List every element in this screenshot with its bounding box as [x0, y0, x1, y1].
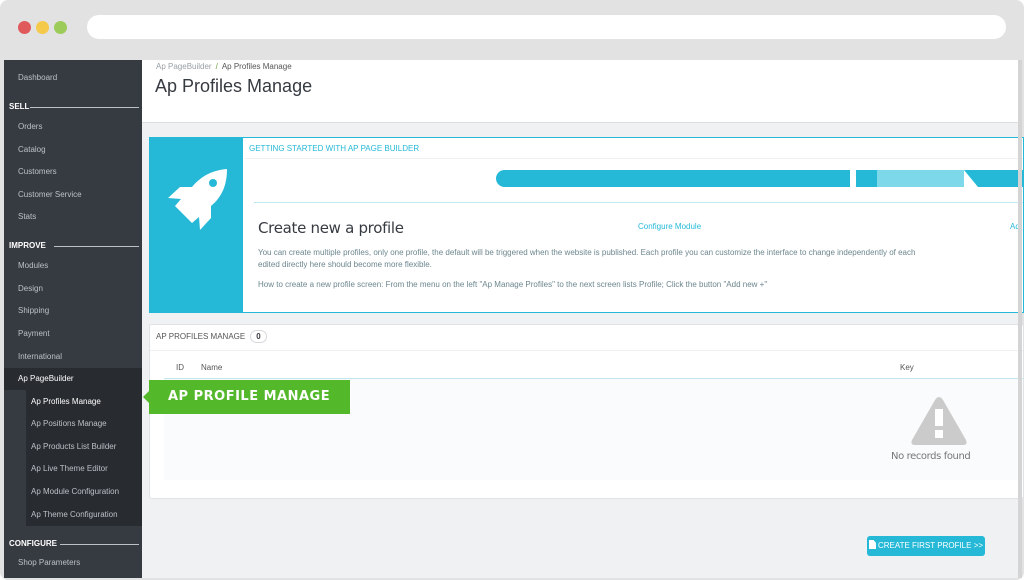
intro-text-line2: edited directly here should become more …: [258, 260, 432, 269]
create-profile-title: Create new a profile: [258, 219, 404, 237]
file-icon: [868, 540, 876, 549]
getting-started-heading: GETTING STARTED WITH AP PAGE BUILDER: [249, 144, 420, 153]
divider: [30, 107, 139, 108]
no-records-text: No records found: [891, 451, 971, 462]
sidebar-section-improve: IMPROVE: [4, 239, 142, 253]
sidebar-section-title: IMPROVE: [9, 241, 46, 250]
browser-window: Dashboard SELL Orders Catalog Customers …: [0, 0, 1024, 580]
close-window-button[interactable]: [18, 21, 31, 34]
callout-label: AP PROFILE MANAGE: [143, 380, 350, 414]
sidebar-subitem-ap-profiles-manage[interactable]: Ap Profiles Manage: [26, 391, 142, 413]
sidebar-item-stats[interactable]: Stats: [4, 206, 142, 228]
sidebar-section-configure: CONFIGURE: [4, 537, 142, 551]
sidebar-item-international[interactable]: International: [4, 346, 142, 368]
sidebar-section-title: CONFIGURE: [9, 539, 57, 548]
column-header-id[interactable]: ID: [176, 363, 184, 372]
create-first-profile-button[interactable]: CREATE FIRST PROFILE >>: [867, 536, 985, 556]
count-badge: 0: [250, 330, 267, 343]
sidebar-item-modules[interactable]: Modules: [4, 255, 142, 277]
column-header-name[interactable]: Name: [201, 363, 222, 372]
divider: [245, 158, 1023, 159]
page-header: Ap PageBuilder / Ap Profiles Manage Ap Pro…: [142, 60, 1022, 123]
progress-step-active-highlight: [877, 170, 964, 187]
intro-text-line1: You can create multiple profiles, only o…: [258, 248, 916, 257]
divider: [254, 202, 1023, 203]
address-bar[interactable]: [87, 15, 1006, 39]
sidebar-subitem-ap-live-theme-editor[interactable]: Ap Live Theme Editor: [26, 458, 142, 480]
progress-step-complete: [496, 170, 850, 187]
breadcrumb-separator: /: [215, 62, 218, 71]
column-header-key[interactable]: Key: [900, 363, 914, 372]
sidebar-section-title: SELL: [9, 102, 30, 111]
sidebar-item-catalog[interactable]: Catalog: [4, 139, 142, 161]
sidebar-subitem-ap-products-list-builder[interactable]: Ap Products List Builder: [26, 436, 142, 458]
sidebar-item-orders[interactable]: Orders: [4, 116, 142, 138]
sidebar-subitem-ap-positions-manage[interactable]: Ap Positions Manage: [26, 413, 142, 435]
maximize-window-button[interactable]: [54, 21, 67, 34]
intro-text: You can create multiple profiles, only o…: [258, 247, 1024, 271]
sidebar: Dashboard SELL Orders Catalog Customers …: [4, 60, 142, 578]
sidebar-item-shop-parameters[interactable]: Shop Parameters: [4, 552, 142, 574]
sidebar-item-customers[interactable]: Customers: [4, 161, 142, 183]
rocket-icon: [168, 169, 227, 230]
getting-started-panel: GETTING STARTED WITH AP PAGE BUILDER Con…: [149, 137, 1024, 313]
sidebar-item-shipping[interactable]: Shipping: [4, 300, 142, 322]
breadcrumb-current: Ap Profiles Manage: [221, 62, 292, 71]
profiles-list-heading: AP PROFILES MANAGE 0: [156, 330, 267, 343]
sidebar-section-sell: SELL: [4, 100, 142, 114]
sidebar-item-customer-service[interactable]: Customer Service: [4, 184, 142, 206]
sidebar-subitem-ap-theme-configuration[interactable]: Ap Theme Configuration: [26, 504, 142, 526]
rocket-panel: [150, 138, 243, 312]
breadcrumb-link[interactable]: Ap PageBuilder: [156, 62, 212, 71]
profiles-list-title: AP PROFILES MANAGE: [156, 332, 246, 341]
sidebar-subitem-ap-module-configuration[interactable]: Ap Module Configuration: [26, 481, 142, 503]
divider: [60, 544, 139, 545]
divider: [150, 350, 1023, 351]
step-label-configure-module[interactable]: Configure Module: [638, 222, 701, 231]
scrollbar[interactable]: [1018, 60, 1022, 578]
create-first-profile-label: CREATE FIRST PROFILE >>: [877, 541, 984, 550]
page-title: Ap Profiles Manage: [155, 76, 313, 96]
breadcrumb: Ap PageBuilder / Ap Profiles Manage: [156, 62, 292, 71]
progress-step-next: [964, 170, 1024, 187]
progress-step-active: [856, 170, 877, 187]
sidebar-item-design[interactable]: Design: [4, 278, 142, 300]
minimize-window-button[interactable]: [36, 21, 49, 34]
sidebar-item-ap-pagebuilder[interactable]: Ap PageBuilder: [4, 368, 142, 390]
sidebar-item-dashboard[interactable]: Dashboard: [4, 67, 142, 89]
sidebar-item-payment[interactable]: Payment: [4, 323, 142, 345]
warning-icon: [911, 397, 967, 445]
divider: [54, 246, 139, 247]
howto-text: How to create a new profile screen: From…: [258, 280, 768, 289]
